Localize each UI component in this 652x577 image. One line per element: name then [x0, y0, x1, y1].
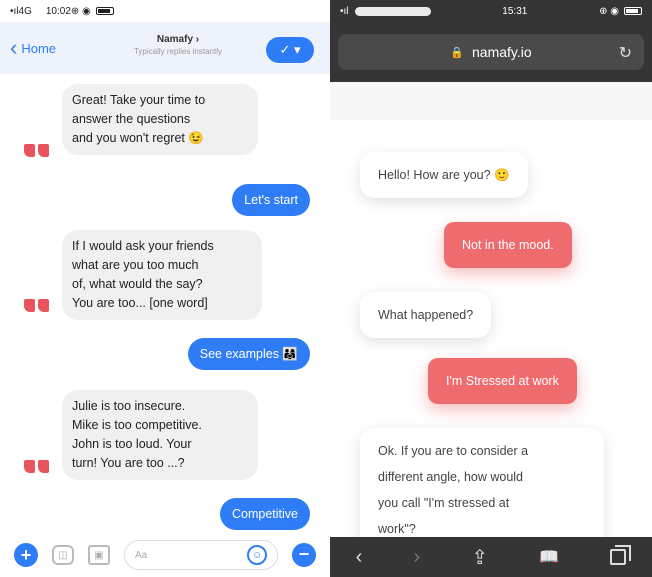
conversation-title: Namafy › [156, 34, 200, 45]
photo-icon[interactable]: ▣ [88, 545, 110, 565]
message-bubble-outgoing: Let's start [232, 184, 310, 216]
message-bubble-outgoing: Competitive [220, 498, 310, 530]
message-bubble-incoming: Julie is too insecure. Mike is too compe… [62, 390, 258, 480]
status-time: 10:02 [45, 5, 71, 17]
status-time: 15:31 [502, 5, 528, 17]
chevron-left-icon: ‹ [10, 35, 18, 60]
bot-avatar-icon [24, 460, 54, 474]
share-icon[interactable]: ⇪ [471, 545, 488, 570]
message-line: If I would ask your friends [72, 239, 214, 253]
message-line: and you won't regret 😉 [72, 131, 204, 145]
plus-icon[interactable]: + [14, 543, 38, 567]
message-line: turn! You are too ...? [72, 456, 185, 470]
web-chat: Hello! How are you? 🙂 Not in the mood. W… [330, 120, 652, 552]
address-bar[interactable]: 🔒 namafy.io ↻ [338, 34, 644, 70]
like-icon[interactable]: − [292, 543, 316, 567]
message-line: of, what would the say? [72, 277, 203, 291]
conversation-header: ‹ Home Namafy › Typically replies instan… [0, 22, 330, 74]
tabs-icon[interactable] [610, 545, 632, 565]
message-line: you call "I'm stressed at [378, 496, 510, 510]
back-label: Home [21, 40, 57, 56]
carrier-redacted [354, 6, 431, 16]
battery-icon [95, 7, 114, 15]
message-input[interactable]: Aa ☺ [124, 540, 278, 570]
bot-avatar-icon [24, 144, 54, 158]
message-bubble-incoming: Great! Take your time to answer the ques… [62, 84, 258, 155]
chat-bubble-incoming: Hello! How are you? 🙂 [360, 152, 528, 198]
messenger-status-bar: •ıl 4G 10:02 ⊕ ◉ [0, 0, 330, 300]
status-icons: ⊕ ◉ [599, 5, 619, 17]
signal-indicator: •ıl [340, 5, 349, 17]
lock-icon: 🔒 [450, 46, 465, 59]
status-icons: ⊕ ◉ [70, 5, 91, 17]
message-line: what are you too much [72, 258, 199, 272]
chat-bubble-outgoing: Not in the mood. [444, 222, 572, 268]
browser-chrome: •ıl 15:31 ⊕ ◉ 🔒 namafy.io ↻ [330, 0, 652, 82]
message-input-placeholder: Aa [135, 549, 148, 561]
conversation-subtitle: Typically replies instantly [133, 47, 223, 56]
battery-icon [624, 7, 642, 15]
signal-indicator: •ıl [10, 5, 19, 17]
composer-bar: + ◫ ▣ Aa ☺ − [0, 533, 330, 577]
page-header-band [330, 82, 652, 120]
network-label: 4G [18, 5, 32, 17]
messenger-panel: •ıl 4G 10:02 ⊕ ◉ ‹ Home Namafy › Typical… [0, 0, 330, 577]
screenshot-root: •ıl 4G 10:02 ⊕ ◉ ‹ Home Namafy › Typical… [0, 0, 652, 577]
emoji-icon[interactable]: ☺ [247, 545, 267, 565]
back-button[interactable]: ‹ Home [10, 37, 56, 59]
chat-bubble-outgoing: I'm Stressed at work [428, 358, 577, 404]
message-line: Ok. If you are to consider a [378, 444, 529, 458]
chat-bubble-incoming: Ok. If you are to consider a different a… [360, 428, 604, 552]
browser-status-bar: •ıl 15:31 ⊕ ◉ [330, 0, 652, 22]
camera-icon[interactable]: ◫ [52, 545, 74, 565]
browser-panel: •ıl 15:31 ⊕ ◉ 🔒 namafy.io ↻ Hello! How a… [330, 0, 652, 577]
reload-icon[interactable]: ↻ [619, 43, 632, 63]
chat-bubble-incoming: What happened? [360, 292, 492, 338]
url-text: namafy.io [472, 44, 532, 60]
message-line: answer the questions [72, 112, 191, 126]
message-list: Great! Take your time to answer the ques… [0, 74, 330, 532]
message-line: Mike is too competitive. [72, 418, 202, 432]
bookmarks-icon[interactable]: 📖 [539, 547, 559, 567]
message-line: You are too... [one word] [72, 296, 208, 310]
message-bubble-incoming: If I would ask your friends what are you… [62, 230, 262, 320]
back-arrow-icon[interactable]: ‹ [356, 546, 363, 569]
message-line: Great! Take your time to [72, 93, 206, 107]
forward-arrow-icon[interactable]: › [413, 546, 420, 569]
conversation-title-block[interactable]: Namafy › Typically replies instantly [96, 34, 260, 56]
message-line: Julie is too insecure. [72, 399, 186, 413]
bot-avatar-icon [24, 299, 54, 313]
checkmark-dropdown-icon[interactable]: ✓ ▾ [266, 37, 314, 63]
message-bubble-outgoing[interactable]: See examples 👨‍👩‍👧 [187, 338, 310, 370]
message-line: different angle, how would [378, 470, 524, 484]
message-line: John is too loud. Your [72, 437, 192, 451]
browser-toolbar: ‹ › ⇪ 📖 [330, 537, 652, 577]
